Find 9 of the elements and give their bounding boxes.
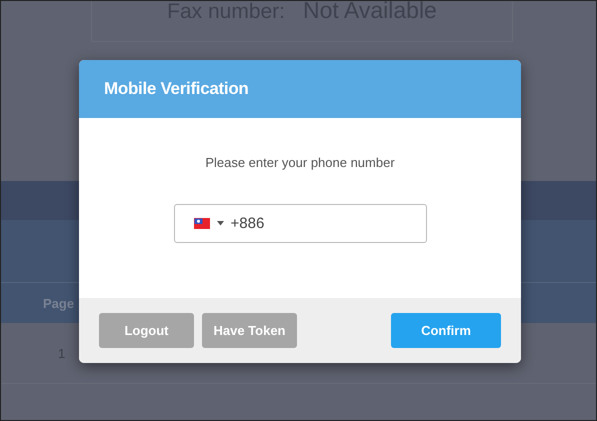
phone-input[interactable]: +886 — [230, 215, 410, 232]
dialog-title: Mobile Verification — [104, 79, 248, 99]
dialog-button[interactable]: Have Token — [202, 313, 297, 348]
flag-icon[interactable] — [194, 218, 210, 229]
confirm-button[interactable]: Confirm — [391, 313, 501, 348]
phone-field[interactable]: +886 — [174, 204, 426, 243]
dialog-button[interactable]: Logout — [99, 313, 194, 348]
prompt-text: Please enter your phone number — [205, 155, 395, 170]
column-header: Page — [43, 296, 74, 310]
